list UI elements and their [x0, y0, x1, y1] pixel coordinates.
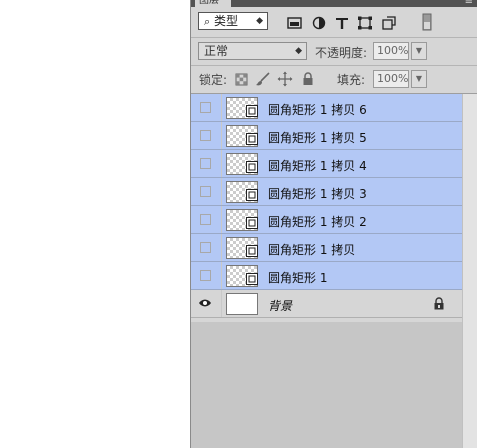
layers-scrollbar[interactable]	[462, 94, 477, 448]
visibility-box-icon	[200, 102, 211, 113]
lock-icon[interactable]	[433, 297, 445, 310]
visibility-toggle[interactable]	[191, 262, 222, 289]
shape-layer-icon	[246, 161, 258, 173]
layer-thumbnail	[226, 293, 258, 315]
tab-layers[interactable]: 图层	[195, 0, 231, 7]
shape-layer-icon	[246, 273, 258, 285]
layers-list: 圆角矩形 1 拷贝 6 圆角矩形 1 拷贝 5 圆角矩形 1 拷贝 4 圆角矩形…	[191, 94, 462, 318]
shape-layer-icon	[246, 189, 258, 201]
lock-position-icon[interactable]	[277, 71, 293, 87]
fill-label: 填充:	[337, 73, 366, 87]
layers-empty-area	[191, 322, 462, 448]
layer-name: 圆角矩形 1	[268, 271, 328, 285]
visibility-toggle[interactable]	[191, 122, 222, 149]
shape-layer-icon	[246, 245, 258, 257]
layer-name: 圆角矩形 1 拷贝 6	[268, 103, 367, 117]
adjustment-filter-icon[interactable]	[311, 16, 327, 30]
layers-panel: 图层 ≡ ⌕ 类型 ◆ 正常 ◆ 不透明度: 100% ▼ 锁定: 填充: 10…	[190, 0, 477, 448]
shape-layer-icon	[246, 105, 258, 117]
layer-row[interactable]: 圆角矩形 1	[191, 262, 462, 290]
visibility-box-icon	[200, 158, 211, 169]
fill-input[interactable]: 100%	[373, 70, 409, 88]
visibility-toggle[interactable]	[191, 290, 222, 317]
visibility-box-icon	[200, 270, 211, 281]
layer-name: 圆角矩形 1 拷贝 3	[268, 187, 367, 201]
opacity-dropdown-icon[interactable]: ▼	[411, 42, 427, 60]
filter-kind-select[interactable]: ⌕ 类型 ◆	[198, 12, 268, 30]
lock-label: 锁定:	[199, 73, 228, 87]
smart-object-filter-icon[interactable]	[381, 16, 397, 30]
eye-icon	[199, 299, 211, 307]
background-layer-row[interactable]: 背景	[191, 290, 462, 318]
visibility-box-icon	[200, 214, 211, 225]
layer-name: 圆角矩形 1 拷贝 4	[268, 159, 367, 173]
shape-layer-icon	[246, 217, 258, 229]
visibility-box-icon	[200, 242, 211, 253]
visibility-box-icon	[200, 186, 211, 197]
blend-mode-select[interactable]: 正常 ◆	[198, 42, 307, 60]
layer-row[interactable]: 圆角矩形 1 拷贝 4	[191, 150, 462, 178]
visibility-toggle[interactable]	[191, 178, 222, 205]
filter-row: ⌕ 类型 ◆	[191, 7, 477, 38]
lock-image-pixels-icon[interactable]	[255, 71, 271, 87]
select-arrow-icon: ◆	[256, 16, 263, 26]
type-filter-icon[interactable]	[334, 16, 350, 30]
lock-all-icon[interactable]	[300, 71, 316, 87]
search-icon: ⌕	[204, 15, 211, 28]
shape-layer-icon	[246, 133, 258, 145]
layer-row[interactable]: 圆角矩形 1 拷贝 6	[191, 94, 462, 122]
opacity-label: 不透明度:	[315, 46, 368, 60]
opacity-input[interactable]: 100%	[373, 42, 409, 60]
panel-menu-icon[interactable]: ≡	[465, 0, 473, 7]
visibility-toggle[interactable]	[191, 206, 222, 233]
blend-mode-label: 正常	[204, 44, 229, 58]
visibility-toggle[interactable]	[191, 234, 222, 261]
select-arrow-icon: ◆	[295, 46, 302, 56]
layer-row[interactable]: 圆角矩形 1 拷贝	[191, 234, 462, 262]
pixel-filter-icon[interactable]	[287, 16, 303, 30]
layer-name: 圆角矩形 1 拷贝 5	[268, 131, 367, 145]
visibility-toggle[interactable]	[191, 150, 222, 177]
visibility-box-icon	[200, 130, 211, 141]
filter-toggle-icon[interactable]	[419, 13, 435, 31]
layer-name: 背景	[268, 299, 293, 313]
layer-name: 圆角矩形 1 拷贝 2	[268, 215, 367, 229]
shape-filter-icon[interactable]	[357, 16, 373, 30]
blend-row: 正常 ◆ 不透明度: 100% ▼	[191, 38, 477, 66]
layer-name: 圆角矩形 1 拷贝	[268, 243, 356, 257]
lock-transparency-icon[interactable]	[234, 71, 250, 87]
lock-row: 锁定: 填充: 100% ▼	[191, 66, 477, 94]
visibility-toggle[interactable]	[191, 94, 222, 121]
layer-row[interactable]: 圆角矩形 1 拷贝 5	[191, 122, 462, 150]
panel-tab-bar: 图层 ≡	[191, 0, 477, 7]
fill-dropdown-icon[interactable]: ▼	[411, 70, 427, 88]
filter-kind-label: 类型	[214, 14, 239, 28]
layer-row[interactable]: 圆角矩形 1 拷贝 2	[191, 206, 462, 234]
layer-row[interactable]: 圆角矩形 1 拷贝 3	[191, 178, 462, 206]
